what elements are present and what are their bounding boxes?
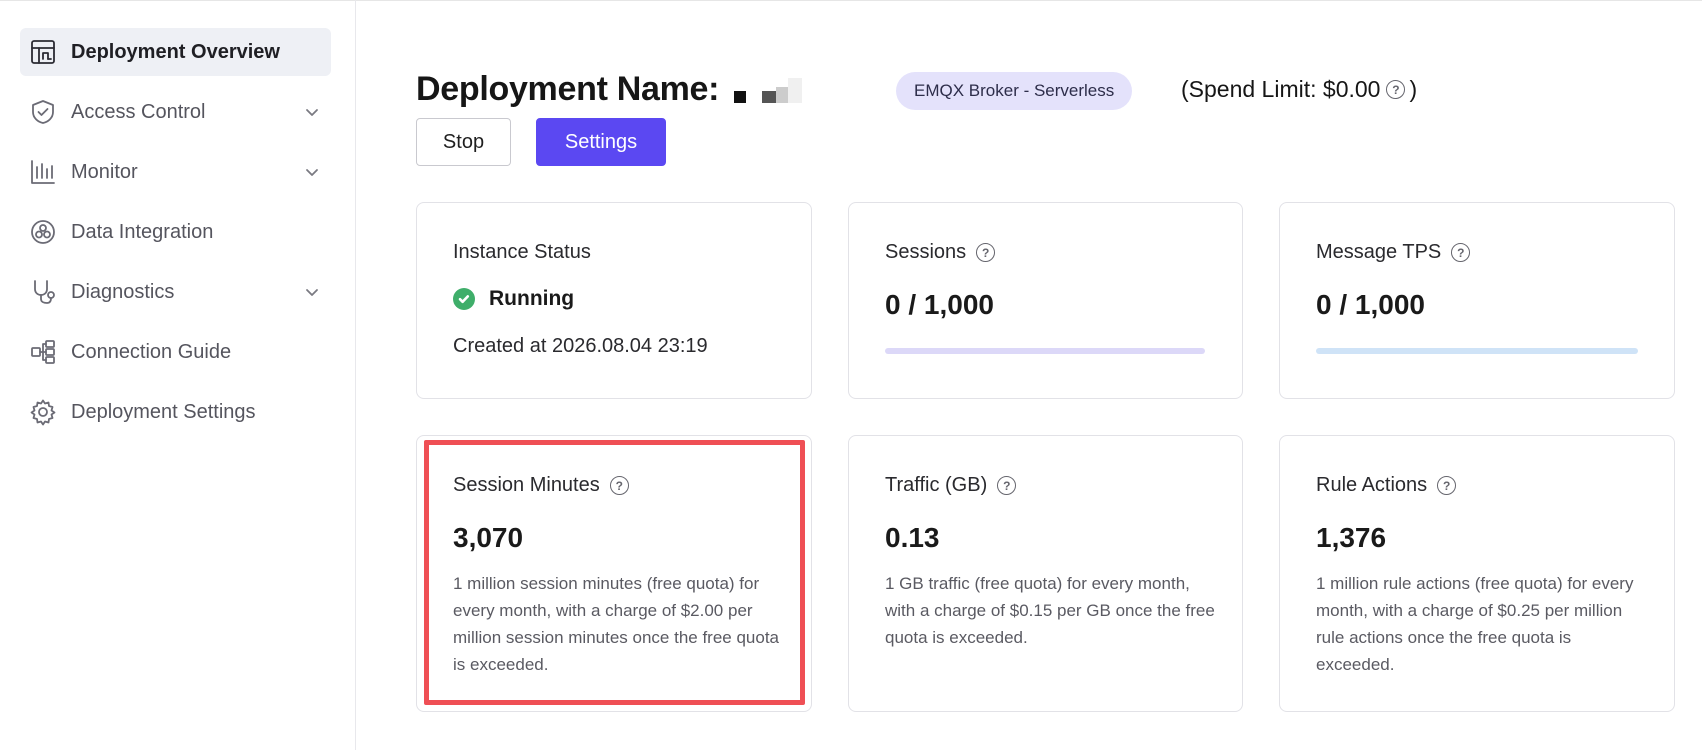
card-description: 1 million rule actions (free quota) for …	[1316, 574, 1634, 674]
card-description: 1 million session minutes (free quota) f…	[453, 574, 780, 674]
sessions-usage-bar	[885, 348, 1205, 354]
chevron-down-icon[interactable]	[303, 103, 321, 121]
card-value: 3,070	[453, 522, 524, 553]
help-icon[interactable]: ?	[609, 476, 629, 495]
shield-icon	[28, 97, 58, 127]
help-icon[interactable]: ?	[1451, 243, 1471, 262]
sidebar-item-label: Access Control	[71, 100, 206, 123]
spend-limit-close: )	[1409, 76, 1418, 102]
card-value: 0 / 1,000	[1316, 289, 1425, 320]
sidebar-item-monitor[interactable]: Monitor	[20, 148, 331, 196]
sidebar-item-connection-guide[interactable]: Connection Guide	[20, 328, 331, 376]
card-label: Session Minutes ?	[453, 474, 629, 497]
redacted-deployment-name	[732, 75, 810, 105]
instance-status-card: Instance Status Running Created at 2026.…	[416, 202, 812, 399]
sidebar-item-label: Data Integration	[71, 220, 214, 243]
sessions-card: Sessions ? 0 / 1,000	[848, 202, 1243, 399]
page-title: Deployment Name:	[416, 70, 720, 108]
card-label: Message TPS ?	[1316, 241, 1471, 264]
card-label: Traffic (GB) ?	[885, 474, 1017, 497]
tier-badge: EMQX Broker - Serverless	[896, 72, 1133, 110]
rule-actions-card: Rule Actions ? 1,376 1 million rule acti…	[1279, 435, 1675, 712]
spend-limit: (Spend Limit: $0.00 ? )	[1181, 76, 1417, 103]
sidebar-item-deployment-overview[interactable]: Deployment Overview	[20, 28, 331, 76]
help-icon[interactable]: ?	[1386, 80, 1406, 99]
tps-usage-bar	[1316, 348, 1638, 354]
message-tps-card: Message TPS ? 0 / 1,000	[1279, 202, 1675, 399]
traffic-card: Traffic (GB) ? 0.13 1 GB traffic (free q…	[848, 435, 1243, 712]
sidebar-item-data-integration[interactable]: Data Integration	[20, 208, 331, 256]
sidebar-item-label: Diagnostics	[71, 280, 175, 303]
help-icon[interactable]: ?	[1437, 476, 1457, 495]
chart-icon	[28, 157, 58, 187]
integration-icon	[28, 217, 58, 247]
stop-button[interactable]: Stop	[416, 118, 511, 166]
status-text: Running	[489, 287, 575, 310]
sidebar-item-diagnostics[interactable]: Diagnostics	[20, 268, 331, 316]
spend-limit-text: (Spend Limit: $0.00	[1181, 76, 1381, 102]
sidebar-item-label: Connection Guide	[71, 340, 232, 363]
help-icon[interactable]: ?	[976, 243, 996, 262]
card-value: 0 / 1,000	[885, 289, 994, 320]
chevron-down-icon[interactable]	[303, 283, 321, 301]
card-label: Instance Status	[453, 241, 591, 263]
card-value: 0.13	[885, 522, 940, 553]
gear-icon	[28, 397, 58, 427]
session-minutes-card: Session Minutes ? 3,070 1 million sessio…	[416, 435, 812, 712]
created-at: Created at 2026.08.04 23:19	[453, 335, 708, 357]
settings-button[interactable]: Settings	[536, 118, 666, 166]
status-row: Running	[453, 287, 574, 311]
card-label: Rule Actions ?	[1316, 474, 1457, 497]
check-circle-icon	[453, 288, 475, 310]
sidebar-item-deployment-settings[interactable]: Deployment Settings	[20, 388, 331, 436]
chevron-down-icon[interactable]	[303, 163, 321, 181]
dashboard-icon	[28, 37, 58, 67]
card-description: 1 GB traffic (free quota) for every mont…	[885, 574, 1215, 647]
stethoscope-icon	[28, 277, 58, 307]
card-label: Sessions ?	[885, 241, 996, 264]
card-value: 1,376	[1316, 522, 1387, 553]
sidebar-item-label: Deployment Settings	[71, 400, 256, 423]
sidebar-item-access-control[interactable]: Access Control	[20, 88, 331, 136]
sidebar-item-label: Monitor	[71, 160, 138, 183]
connection-icon	[28, 337, 58, 367]
help-icon[interactable]: ?	[997, 476, 1017, 495]
sidebar: Deployment Overview Access Control Monit…	[0, 0, 356, 750]
sidebar-item-label: Deployment Overview	[71, 40, 280, 63]
